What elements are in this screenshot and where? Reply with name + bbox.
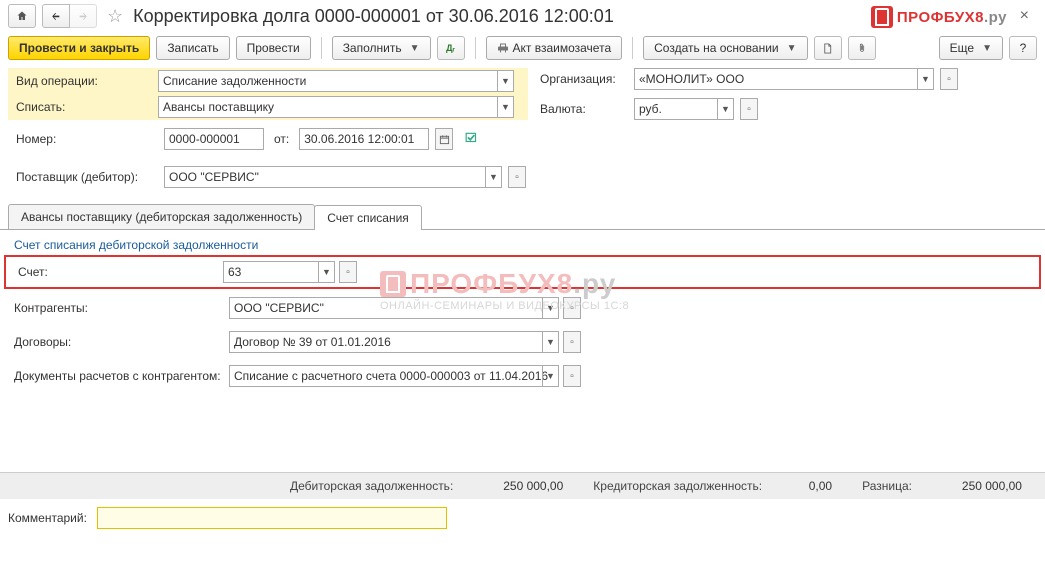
chevron-down-icon: ▼: [485, 167, 501, 187]
tab-writeoff-account[interactable]: Счет списания: [314, 205, 422, 230]
tab-advances[interactable]: Авансы поставщику (дебиторская задолженн…: [8, 204, 315, 229]
account-row-highlight: Счет: 63 ▼ ▫: [4, 255, 1041, 289]
close-button[interactable]: ×: [1012, 7, 1037, 25]
chevron-down-icon: ▼: [787, 43, 797, 54]
diff-value: 250 000,00: [922, 479, 1022, 493]
debit-credit-button[interactable]: Дᵣ: [437, 36, 465, 60]
brand-logo: ПРОФБУХ8.ру: [871, 6, 1007, 28]
open-contragent-button[interactable]: ▫: [563, 297, 581, 319]
open-icon: ▫: [570, 303, 574, 314]
number-label: Номер:: [8, 126, 158, 152]
open-docs-button[interactable]: ▫: [563, 365, 581, 387]
create-based-on-button[interactable]: Создать на основании▼: [643, 36, 807, 60]
calendar-button[interactable]: [435, 128, 453, 150]
chevron-down-icon: ▼: [717, 99, 733, 119]
comment-input[interactable]: [97, 507, 447, 529]
op-type-combo[interactable]: Списание задолженности ▼: [158, 70, 514, 92]
chevron-down-icon: ▼: [410, 43, 420, 54]
contract-combo[interactable]: Договор № 39 от 01.01.2016 ▼: [229, 331, 559, 353]
date-label: от:: [270, 132, 293, 146]
supplier-combo[interactable]: ООО "СЕРВИС" ▼: [164, 166, 502, 188]
save-button[interactable]: Записать: [156, 36, 229, 60]
post-button[interactable]: Провести: [236, 36, 311, 60]
currency-label: Валюта:: [540, 96, 628, 122]
totals-footer: Дебиторская задолженность: 250 000,00 Кр…: [0, 472, 1045, 499]
org-combo[interactable]: «МОНОЛИТ» ООО ▼: [634, 68, 934, 90]
paperclip-icon: [857, 41, 867, 55]
contragent-combo[interactable]: ООО "СЕРВИС" ▼: [229, 297, 559, 319]
dk-icon: Дᵣ: [446, 43, 455, 53]
debit-label: Дебиторская задолженность:: [290, 479, 453, 493]
number-input[interactable]: 0000-000001: [164, 128, 264, 150]
question-icon: ?: [1020, 41, 1027, 55]
chevron-down-icon: ▼: [318, 262, 334, 282]
home-icon: [16, 10, 28, 22]
logo-mark-icon: [871, 6, 893, 28]
forward-button[interactable]: [69, 4, 97, 28]
writeoff-combo[interactable]: Авансы поставщику ▼: [158, 96, 514, 118]
tab-content: Счет списания дебиторской задолженности …: [0, 230, 1045, 472]
open-contract-button[interactable]: ▫: [563, 331, 581, 353]
open-icon: ▫: [515, 172, 519, 183]
account-combo[interactable]: 63 ▼: [223, 261, 335, 283]
open-org-button[interactable]: ▫: [940, 68, 958, 90]
open-icon: ▫: [570, 337, 574, 348]
supplier-label: Поставщик (дебитор):: [8, 164, 158, 190]
open-icon: ▫: [947, 74, 951, 85]
more-button[interactable]: Еще▼: [939, 36, 1003, 60]
credit-value: 0,00: [772, 479, 832, 493]
open-icon: ▫: [747, 104, 751, 115]
contragent-label: Контрагенты:: [14, 301, 229, 315]
report-button[interactable]: [814, 36, 842, 60]
posted-status-icon: [465, 131, 479, 148]
attachment-button[interactable]: [848, 36, 876, 60]
writeoff-label: Списать:: [8, 94, 158, 120]
debit-value: 250 000,00: [463, 479, 563, 493]
diff-label: Разница:: [862, 479, 912, 493]
post-and-close-button[interactable]: Провести и закрыть: [8, 36, 150, 60]
chevron-down-icon: ▼: [542, 332, 558, 352]
chevron-down-icon: ▼: [542, 366, 558, 386]
date-input[interactable]: 30.06.2016 12:00:01: [299, 128, 429, 150]
open-icon: ▫: [570, 371, 574, 382]
arrow-left-icon: [50, 11, 62, 21]
chevron-down-icon: ▼: [542, 298, 558, 318]
back-button[interactable]: [42, 4, 70, 28]
arrow-right-icon: [77, 11, 89, 21]
chevron-down-icon: ▼: [497, 97, 513, 117]
open-currency-button[interactable]: ▫: [740, 98, 758, 120]
chevron-down-icon: ▼: [917, 69, 933, 89]
printer-icon: [497, 42, 509, 54]
currency-combo[interactable]: руб. ▼: [634, 98, 734, 120]
document-icon: [822, 42, 833, 55]
chevron-down-icon: ▼: [982, 43, 992, 54]
docs-label: Документы расчетов с контрагентом:: [14, 369, 229, 383]
chevron-down-icon: ▼: [497, 71, 513, 91]
home-button[interactable]: [8, 4, 36, 28]
docs-combo[interactable]: Списание с расчетного счета 0000-000003 …: [229, 365, 559, 387]
account-label: Счет:: [10, 259, 223, 285]
contract-label: Договоры:: [14, 335, 229, 349]
act-offset-button[interactable]: Акт взаимозачета: [486, 36, 623, 60]
calendar-icon: [439, 134, 450, 145]
favorite-star-icon[interactable]: ☆: [103, 6, 127, 27]
open-icon: ▫: [346, 267, 350, 278]
op-type-label: Вид операции:: [8, 68, 158, 94]
help-button[interactable]: ?: [1009, 36, 1037, 60]
credit-label: Кредиторская задолженность:: [593, 479, 762, 493]
comment-label: Комментарий:: [8, 511, 87, 525]
org-label: Организация:: [540, 66, 628, 92]
open-account-button[interactable]: ▫: [339, 261, 357, 283]
fill-button[interactable]: Заполнить▼: [332, 36, 431, 60]
open-supplier-button[interactable]: ▫: [508, 166, 526, 188]
